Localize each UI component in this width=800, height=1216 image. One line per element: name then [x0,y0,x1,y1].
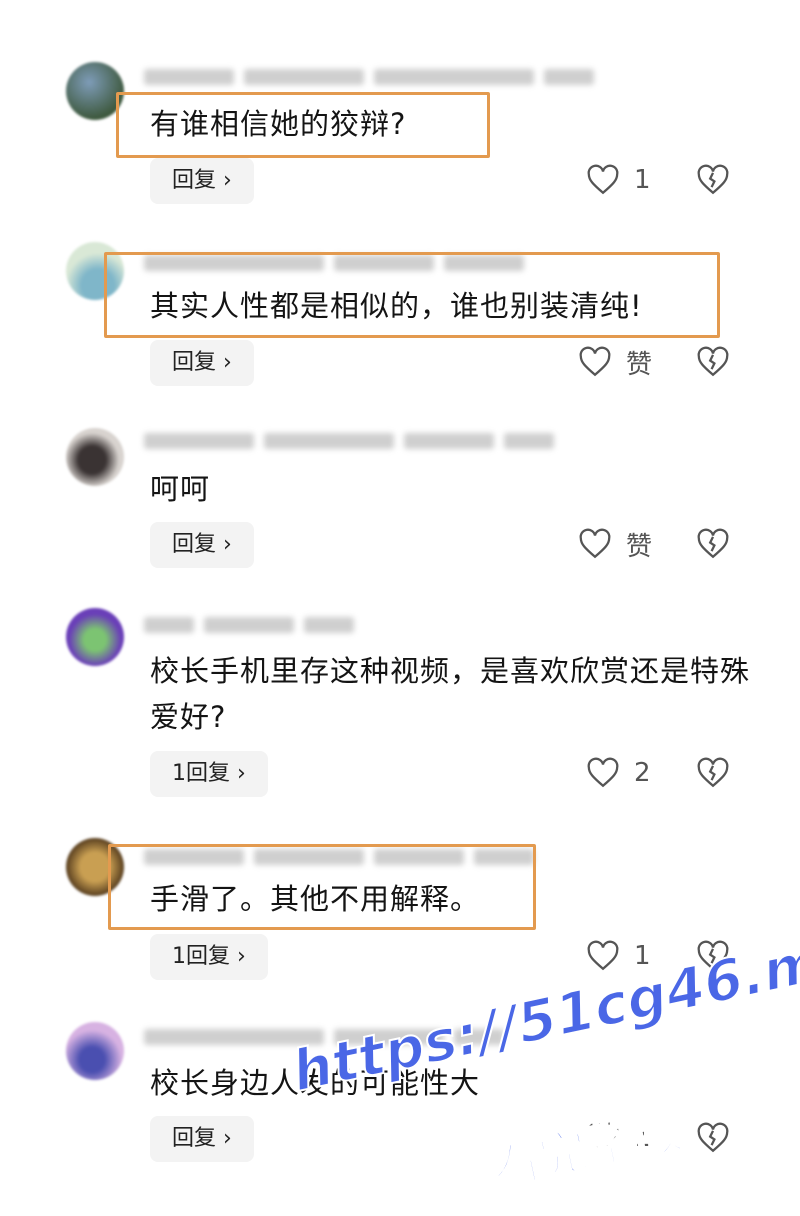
comment-text: 手滑了。其他不用解释。 [150,882,481,916]
broken-heart-icon[interactable] [696,527,730,561]
like-count: 赞 [626,349,653,380]
like-button[interactable]: 2 [586,753,651,793]
avatar[interactable] [66,608,124,666]
heart-outline-icon [587,1122,619,1153]
username-blurred [144,430,554,452]
like-count: 1 [634,1123,651,1153]
comment-text: 校长手机里存这种视频，是喜欢欣赏还是特殊爱好? [150,654,751,734]
reply-button[interactable]: 回复 › [150,1116,254,1162]
broken-heart-icon[interactable] [696,1121,730,1155]
username-blurred [144,66,594,88]
like-count: 赞 [626,531,653,562]
comment-text: 校长身边人发的可能性大 [150,1066,481,1100]
reply-button[interactable]: 回复 › [150,340,254,386]
like-button[interactable]: 1 [586,936,651,976]
like-button[interactable]: 赞 [578,524,652,564]
like-button[interactable]: 1 [586,1118,651,1158]
broken-heart-icon[interactable] [696,939,730,973]
like-count: 2 [634,758,651,788]
like-button[interactable]: 赞 [578,342,652,382]
reply-button[interactable]: 回复 › [150,158,254,204]
reply-button[interactable]: 1回复 › [150,751,268,797]
comment-text: 有谁相信她的狡辩? [150,107,407,141]
avatar[interactable] [66,1022,124,1080]
heart-outline-icon [587,940,619,971]
username-blurred [144,1026,504,1048]
broken-heart-icon[interactable] [696,163,730,197]
like-button[interactable]: 1 [586,160,651,200]
broken-heart-icon[interactable] [696,756,730,790]
reply-button[interactable]: 1回复 › [150,934,268,980]
heart-outline-icon [587,757,619,788]
comment-text: 其实人性都是相似的，谁也别装清纯! [150,289,643,323]
like-count: 1 [634,165,651,195]
heart-outline-icon [587,164,619,195]
heart-outline-icon [579,528,611,559]
avatar[interactable] [66,428,124,486]
heart-outline-icon [579,346,611,377]
username-blurred [144,614,354,636]
comment-text: 呵呵 [150,472,211,506]
broken-heart-icon[interactable] [696,345,730,379]
like-count: 1 [634,941,651,971]
reply-button[interactable]: 回复 › [150,522,254,568]
